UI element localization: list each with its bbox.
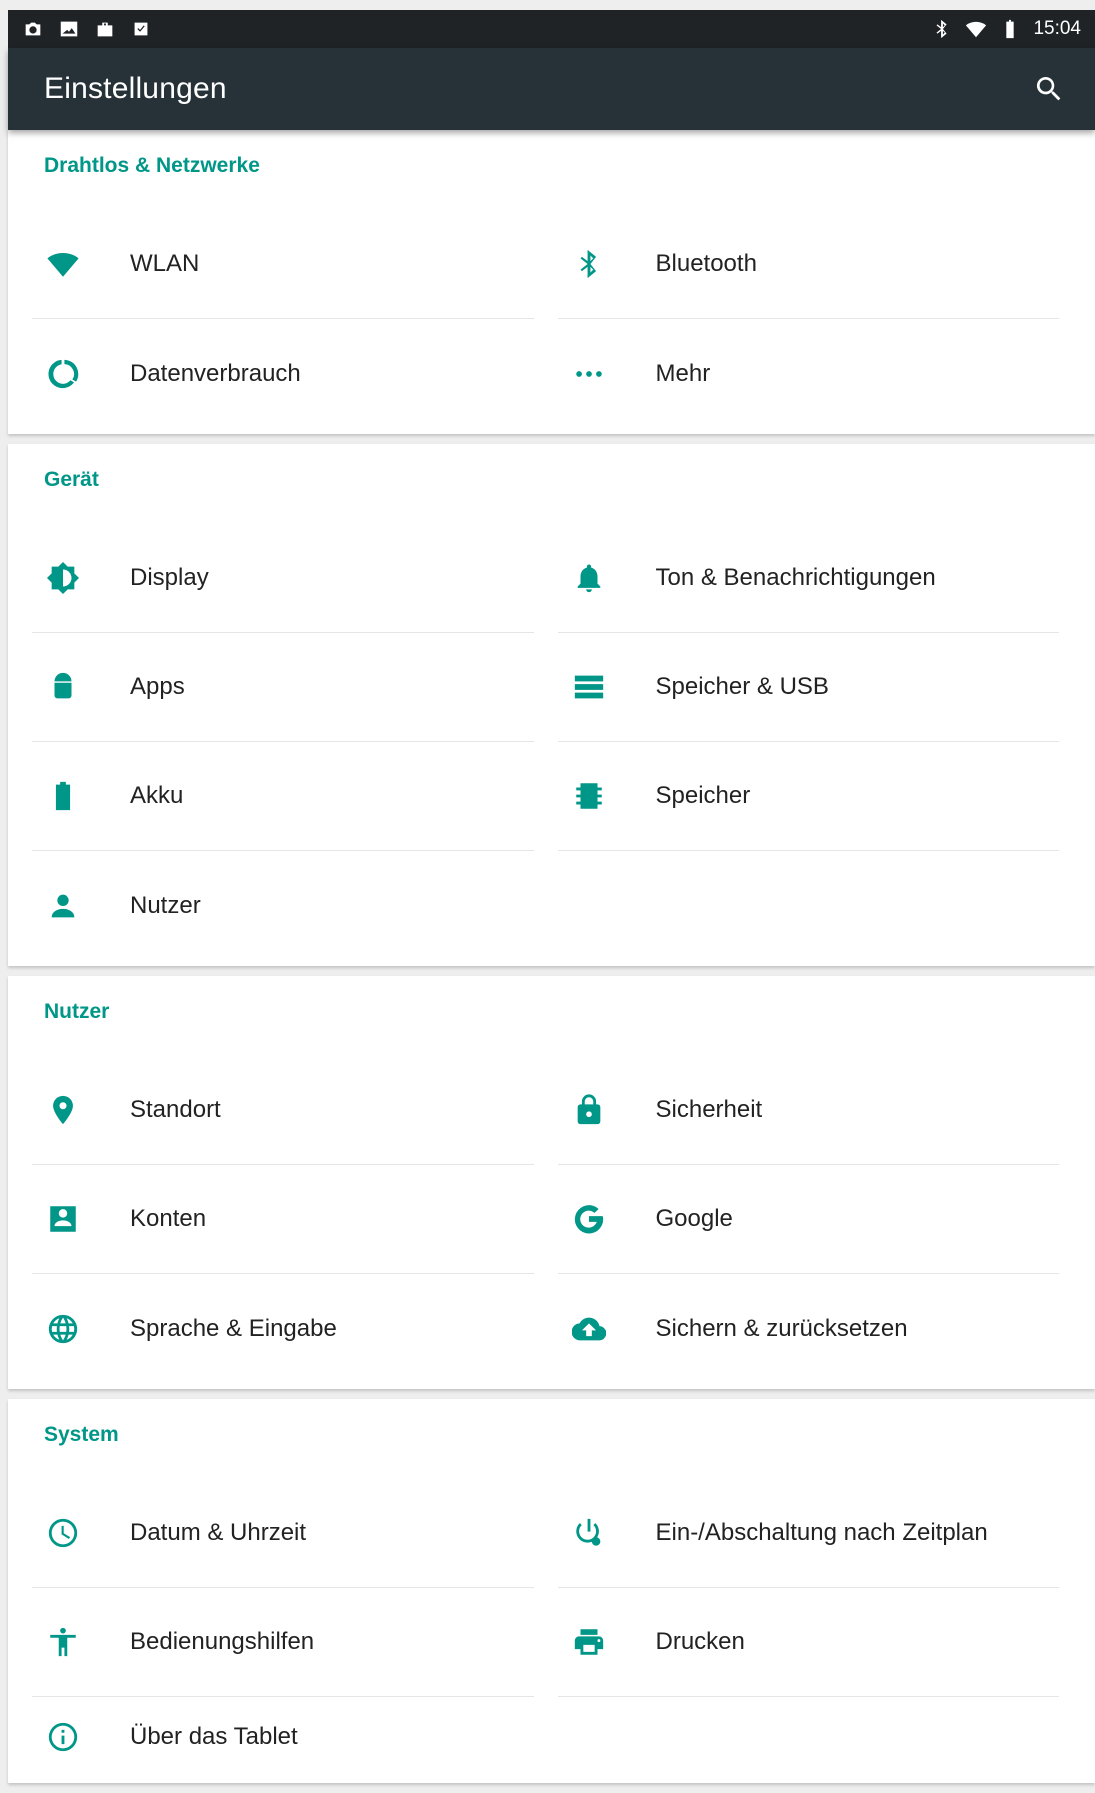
settings-screen: 15:04 Einstellungen Drahtlos & Netzwerke… <box>0 0 1095 1783</box>
setting-storage-usb[interactable]: Speicher & USB <box>557 633 1059 742</box>
setting-battery[interactable]: Akku <box>32 742 534 851</box>
setting-google[interactable]: Google <box>557 1165 1059 1274</box>
section-system: System Datum & Uhrzeit Ein-/Abschaltung … <box>8 1399 1095 1783</box>
status-time: 15:04 <box>1033 18 1081 39</box>
setting-data-usage[interactable]: Datenverbrauch <box>32 319 534 428</box>
setting-label: Konten <box>130 1205 207 1232</box>
info-icon <box>44 1718 82 1756</box>
clock-icon <box>44 1514 82 1552</box>
setting-bluetooth[interactable]: Bluetooth <box>557 210 1059 319</box>
section-title: Nutzer <box>44 1000 110 1023</box>
accessibility-icon <box>44 1623 82 1661</box>
status-bar: 15:04 <box>8 10 1095 48</box>
setting-label: Bedienungshilfen <box>130 1628 315 1655</box>
setting-label: Sichern & zurücksetzen <box>655 1314 908 1342</box>
setting-sound-notifications[interactable]: Ton & Benachrichtigungen <box>557 524 1059 633</box>
bluetooth-icon <box>570 245 608 283</box>
setting-label: Bluetooth <box>655 250 757 277</box>
setting-wlan[interactable]: WLAN <box>32 210 534 319</box>
section-title: Gerät <box>44 468 99 491</box>
setting-security[interactable]: Sicherheit <box>557 1056 1059 1165</box>
search-button[interactable] <box>1029 69 1069 109</box>
setting-about-tablet[interactable]: Über das Tablet <box>32 1697 534 1777</box>
setting-date-time[interactable]: Datum & Uhrzeit <box>32 1479 534 1588</box>
setting-print[interactable]: Drucken <box>557 1588 1059 1697</box>
print-icon <box>570 1623 608 1661</box>
setting-label: Drucken <box>655 1628 745 1655</box>
setting-label: Sicherheit <box>655 1096 763 1123</box>
system-status: 15:04 <box>931 18 1081 40</box>
cloud-upload-icon <box>570 1310 608 1348</box>
bluetooth-status-icon <box>931 18 953 40</box>
account-box-icon <box>44 1200 82 1238</box>
image-notification-icon <box>58 18 80 40</box>
setting-label: Ton & Benachrichtigungen <box>655 564 936 591</box>
wifi-status-icon <box>965 18 987 40</box>
battery-icon <box>44 777 82 815</box>
notification-icons <box>22 18 152 40</box>
setting-accessibility[interactable]: Bedienungshilfen <box>32 1588 534 1697</box>
setting-more[interactable]: Mehr <box>558 319 1060 428</box>
setting-label: Speicher <box>655 782 751 809</box>
setting-language-input[interactable]: Sprache & Eingabe <box>32 1274 534 1383</box>
setting-label: Über das Tablet <box>130 1723 298 1750</box>
setting-label: Apps <box>130 673 185 700</box>
setting-apps[interactable]: Apps <box>32 633 534 742</box>
setting-label: Datum & Uhrzeit <box>130 1519 307 1546</box>
setting-power-schedule[interactable]: Ein-/Abschaltung nach Zeitplan <box>557 1479 1059 1588</box>
app-bar: Einstellungen <box>8 48 1095 130</box>
setting-label: Google <box>655 1205 733 1232</box>
bell-icon <box>570 559 608 597</box>
setting-label: Speicher & USB <box>655 673 829 700</box>
section-title: System <box>44 1423 119 1446</box>
search-icon <box>1036 77 1061 101</box>
setting-backup-reset[interactable]: Sichern & zurücksetzen <box>558 1274 1060 1383</box>
setting-memory[interactable]: Speicher <box>557 742 1059 851</box>
section-user: Nutzer Standort Sicherheit Konten Google… <box>8 976 1095 1389</box>
brightness-icon <box>44 559 82 597</box>
setting-display[interactable]: Display <box>32 524 534 633</box>
section-wireless-networks: Drahtlos & Netzwerke WLAN Bluetooth Date… <box>8 130 1095 434</box>
setting-label: Ein-/Abschaltung nach Zeitplan <box>655 1519 988 1546</box>
store-notification-icon <box>94 18 116 40</box>
google-icon <box>570 1200 608 1238</box>
globe-icon <box>44 1310 82 1348</box>
storage-icon <box>570 668 608 706</box>
setting-label: WLAN <box>130 250 200 277</box>
lock-icon <box>570 1091 608 1129</box>
setting-users[interactable]: Nutzer <box>32 851 534 960</box>
setting-label: Nutzer <box>130 891 201 919</box>
memory-icon <box>570 777 608 815</box>
setting-label: Mehr <box>655 359 711 387</box>
data-usage-icon <box>44 355 82 393</box>
setting-label: Datenverbrauch <box>130 359 301 387</box>
more-icon <box>570 355 608 393</box>
section-title: Drahtlos & Netzwerke <box>44 154 260 177</box>
wifi-icon <box>44 245 82 283</box>
clipboard-notification-icon <box>130 18 152 40</box>
setting-label: Display <box>130 564 209 591</box>
power-schedule-icon <box>570 1514 608 1552</box>
setting-label: Standort <box>130 1096 221 1123</box>
camera-notification-icon <box>22 18 44 40</box>
battery-status-icon <box>999 18 1021 40</box>
person-icon <box>44 887 82 925</box>
setting-label: Akku <box>130 782 184 809</box>
section-device: Gerät Display Ton & Benachrichtigungen A… <box>8 444 1095 966</box>
android-icon <box>44 668 82 706</box>
setting-label: Sprache & Eingabe <box>130 1314 337 1342</box>
setting-accounts[interactable]: Konten <box>32 1165 534 1274</box>
settings-list: Drahtlos & Netzwerke WLAN Bluetooth Date… <box>8 130 1095 1793</box>
location-icon <box>44 1091 82 1129</box>
page-title: Einstellungen <box>44 72 227 105</box>
setting-location[interactable]: Standort <box>32 1056 534 1165</box>
